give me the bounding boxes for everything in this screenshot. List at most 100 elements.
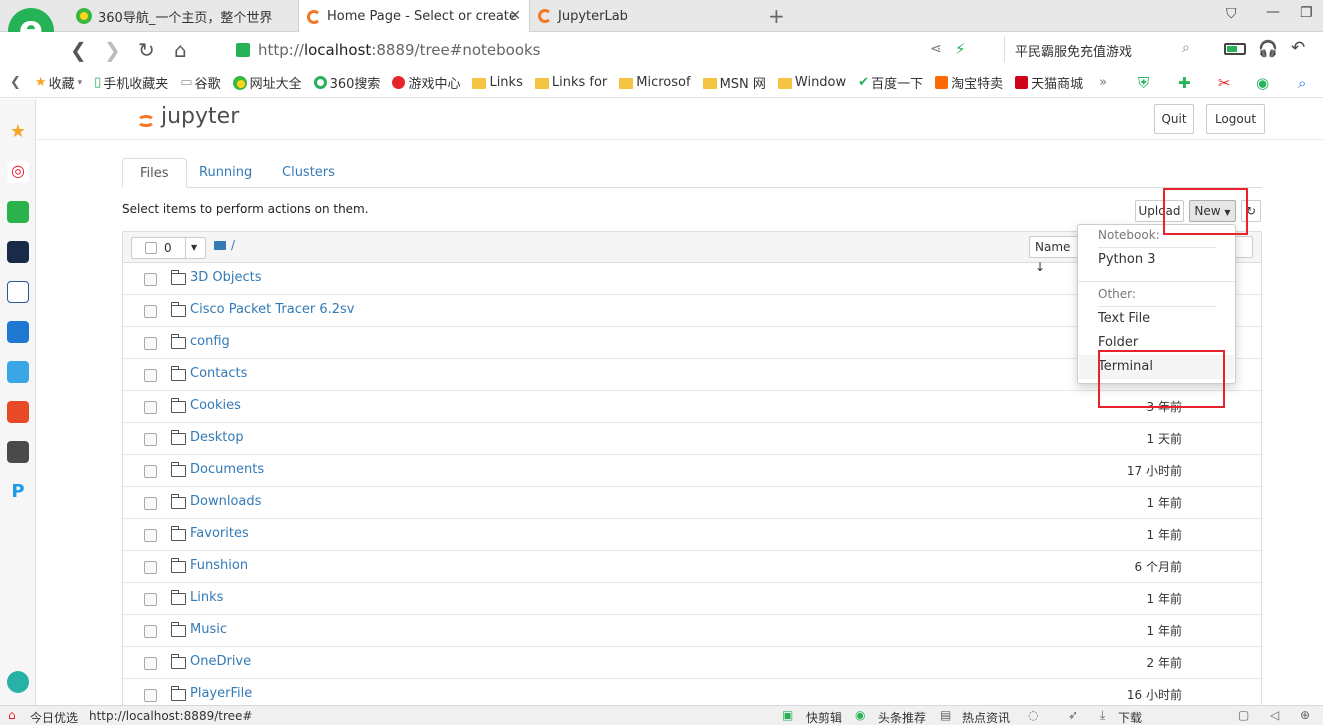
file-name-link[interactable]: Links [190, 590, 223, 605]
status-deals[interactable]: 今日优选 [30, 709, 78, 726]
zoom-icon[interactable]: ⊕ [1300, 708, 1310, 722]
game-icon[interactable] [7, 401, 29, 423]
table-row[interactable]: PlayerFile 16 小时前 [123, 679, 1261, 705]
table-row[interactable]: Cookies 3 年前 [123, 391, 1261, 423]
undo-icon[interactable]: ↶ [1291, 38, 1305, 58]
star-icon[interactable]: ★ [7, 121, 29, 143]
skin-icon[interactable]: ⛉ [1226, 6, 1237, 22]
row-checkbox[interactable] [144, 305, 157, 318]
table-row[interactable]: Desktop 1 天前 [123, 423, 1261, 455]
game-icon[interactable] [7, 441, 29, 463]
file-name-link[interactable]: Contacts [190, 366, 247, 381]
gift-icon[interactable]: ⌂ [8, 708, 16, 722]
rocket-icon[interactable]: ➶ [1068, 708, 1078, 722]
file-name-link[interactable]: Documents [190, 462, 264, 477]
row-checkbox[interactable] [144, 625, 157, 638]
bookmark-item[interactable]: Links for [534, 75, 607, 90]
tab-running[interactable]: Running [182, 158, 269, 188]
sort-time-button[interactable] [1233, 236, 1253, 258]
row-checkbox[interactable] [144, 465, 157, 478]
file-name-link[interactable]: Downloads [190, 494, 261, 509]
share-icon[interactable]: ⋖ [930, 41, 942, 57]
forward-icon[interactable]: ❯ [104, 38, 121, 62]
bookmark-item[interactable]: 淘宝特卖 [935, 73, 1003, 92]
p-icon[interactable]: P [7, 481, 29, 503]
file-name-link[interactable]: config [190, 334, 230, 349]
row-checkbox[interactable] [144, 657, 157, 670]
bookmark-item[interactable]: Microsof [619, 75, 691, 90]
bookmark-item[interactable]: ★ 收藏 ▾ [35, 73, 82, 92]
globe-icon[interactable]: ◌ [1028, 708, 1038, 722]
status-download[interactable]: 下载 [1118, 709, 1142, 726]
row-checkbox[interactable] [144, 689, 157, 702]
headphone-icon[interactable]: 🎧 [1258, 39, 1278, 58]
gamepad-icon[interactable]: ◉ [1256, 74, 1269, 92]
table-row[interactable]: Favorites 1 年前 [123, 519, 1261, 551]
shield-icon[interactable]: ⛨ [1138, 74, 1149, 92]
speaker-icon[interactable]: ◁ [1270, 708, 1279, 722]
bookmark-item[interactable]: 网址大全 [232, 73, 302, 92]
window-icon[interactable]: ▢ [1238, 708, 1249, 722]
scissors-icon[interactable]: ✂ [1218, 74, 1231, 92]
bookmark-item[interactable]: ✔ 百度一下 [858, 73, 923, 92]
row-checkbox[interactable] [144, 433, 157, 446]
row-checkbox[interactable] [144, 497, 157, 510]
row-checkbox[interactable] [144, 529, 157, 542]
speed-icon[interactable]: ⚡ [955, 40, 966, 58]
add-icon[interactable] [7, 671, 29, 693]
new-folder-item[interactable]: Folder [1098, 335, 1138, 350]
row-checkbox[interactable] [144, 273, 157, 286]
file-name-link[interactable]: Favorites [190, 526, 249, 541]
more-bookmarks-icon[interactable]: » [1099, 75, 1107, 90]
bookmark-item[interactable]: 天猫商城 [1015, 73, 1083, 92]
sort-name-button[interactable]: Name ↓ [1029, 236, 1081, 274]
plugin-icon[interactable]: ✚ [1178, 74, 1191, 92]
row-checkbox[interactable] [144, 337, 157, 350]
search-hint[interactable]: 平民霸服免充值游戏 [1015, 41, 1132, 60]
logout-button[interactable]: Logout [1206, 104, 1265, 134]
mail-icon[interactable] [7, 201, 29, 223]
row-checkbox[interactable] [144, 369, 157, 382]
url-field[interactable]: http://localhost:8889/tree#notebooks [228, 36, 998, 64]
new-text-file-item[interactable]: Text File [1098, 311, 1150, 326]
bookmark-item[interactable]: 游戏中心 [392, 73, 460, 92]
file-name-link[interactable]: Cookies [190, 398, 241, 413]
minimize-button[interactable]: — [1266, 4, 1280, 20]
quit-button[interactable]: Quit [1154, 104, 1194, 134]
jupyter-logo[interactable]: jupyter [161, 104, 239, 129]
home-icon[interactable]: ⌂ [174, 38, 187, 62]
new-tab-button[interactable]: + [768, 4, 785, 28]
file-name-link[interactable]: Music [190, 622, 227, 637]
bookmark-item[interactable]: MSN 网 [702, 73, 766, 92]
weibo-icon[interactable]: ◎ [7, 161, 29, 183]
word-icon[interactable] [7, 281, 29, 303]
file-name-link[interactable]: PlayerFile [190, 686, 252, 701]
table-row[interactable]: Music 1 年前 [123, 615, 1261, 647]
tab-360-nav[interactable]: 360导航_一个主页，整个世界 [68, 0, 298, 32]
row-checkbox[interactable] [144, 561, 157, 574]
tab-files[interactable]: Files [122, 158, 187, 188]
row-checkbox[interactable] [144, 401, 157, 414]
chat-icon[interactable] [7, 321, 29, 343]
file-name-link[interactable]: 3D Objects [190, 270, 262, 285]
select-all-checkbox[interactable] [145, 242, 157, 254]
table-row[interactable]: Documents 17 小时前 [123, 455, 1261, 487]
tab-home-page[interactable]: Home Page - Select or create ✕ [298, 0, 530, 33]
collapse-sidebar-icon[interactable]: ❮ [10, 75, 21, 90]
battery-icon[interactable] [1224, 43, 1246, 55]
bookmark-item[interactable]: ▭ 谷歌 [180, 73, 220, 92]
tab-clusters[interactable]: Clusters [265, 158, 352, 188]
status-hot-news[interactable]: 热点资讯 [962, 709, 1010, 726]
table-row[interactable]: Downloads 1 年前 [123, 487, 1261, 519]
search-icon[interactable]: ⌕ [1298, 74, 1306, 92]
close-tab-icon[interactable]: ✕ [509, 8, 521, 24]
file-name-link[interactable]: Desktop [190, 430, 244, 445]
search-icon[interactable]: ⌕ [1182, 40, 1190, 56]
bookmark-item[interactable]: ▯ 手机收藏夹 [94, 73, 168, 92]
table-row[interactable]: OneDrive 2 年前 [123, 647, 1261, 679]
status-clip[interactable]: 快剪辑 [806, 709, 842, 726]
row-checkbox[interactable] [144, 593, 157, 606]
select-all-dropdown[interactable]: 0 ▼ [131, 237, 206, 259]
game-icon[interactable] [7, 361, 29, 383]
file-name-link[interactable]: Cisco Packet Tracer 6.2sv [190, 302, 354, 317]
